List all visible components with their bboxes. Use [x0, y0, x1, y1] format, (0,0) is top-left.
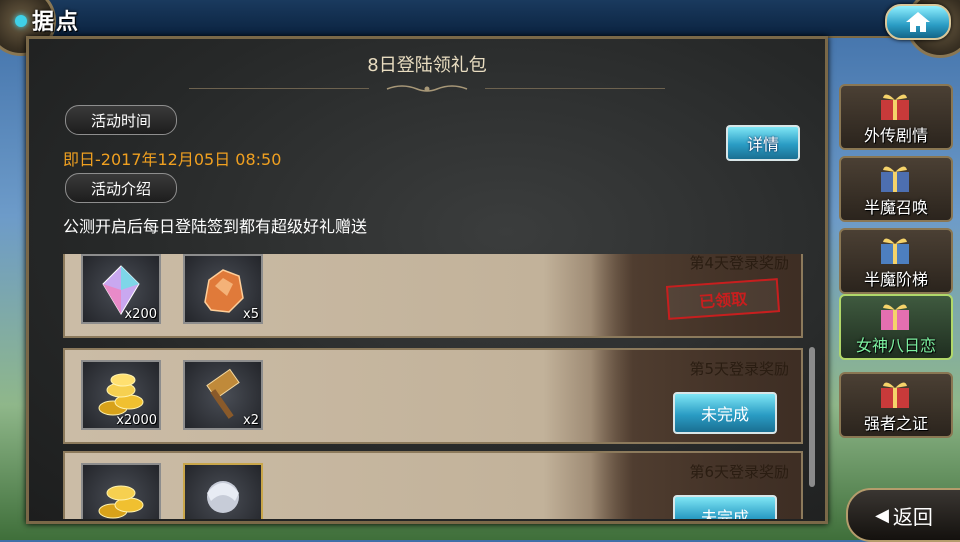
list-scrollbar[interactable]: [809, 347, 815, 487]
back-button-label: 返回: [892, 504, 933, 529]
item-quantity: x2000: [116, 413, 157, 428]
activity-intro-value: 公测开启后每日登陆签到都有超级好礼赠送: [63, 217, 368, 236]
home-icon: [906, 12, 930, 32]
day-label: 第5天登录奖励: [689, 360, 789, 378]
gift-box-icon: [881, 382, 909, 408]
item-quantity: x2: [243, 413, 259, 428]
event-panel: 8日登陆领礼包 活动时间 即日-2017年12月05日 08:50 活动介绍 公…: [26, 36, 828, 524]
reward-item[interactable]: x2: [183, 360, 263, 430]
gift-box-icon: [881, 304, 909, 330]
activity-intro-label: 活动介绍: [65, 173, 177, 203]
back-arrow-icon: ◀: [875, 504, 889, 526]
detail-button[interactable]: 详情: [726, 125, 800, 161]
gift-box-icon: [881, 94, 909, 120]
reward-item[interactable]: x200: [81, 254, 161, 324]
title-ornament-icon: [386, 85, 468, 92]
sidebar-item-label: 女神八日恋: [855, 336, 936, 355]
gold-coins-icon: [98, 485, 144, 519]
item-quantity: x200: [124, 307, 157, 322]
back-button[interactable]: ◀ 返回: [846, 488, 960, 542]
reward-row: x200 x5 第4天登录奖励 已领取: [63, 254, 803, 338]
claimed-stamp-text: 已领取: [698, 289, 748, 312]
sidebar-item-label: 半魔召唤: [863, 198, 928, 217]
sidebar-item-side-story[interactable]: 外传剧情: [839, 84, 953, 150]
reward-item[interactable]: x5: [183, 254, 263, 324]
reward-row: x2000 x2 第5天登录奖励 未完成: [63, 348, 803, 444]
page-title: 据点: [32, 10, 81, 35]
title-divider: [485, 88, 665, 89]
panel-title: 8日登陆领礼包: [367, 55, 487, 76]
activity-time-label: 活动时间: [65, 105, 177, 135]
sidebar-item-label: 半魔阶梯: [863, 270, 928, 289]
incomplete-button[interactable]: 未完成: [673, 495, 777, 519]
sidebar-item-ladder[interactable]: 半魔阶梯: [839, 228, 953, 294]
item-quantity: x5: [243, 307, 259, 322]
reward-item[interactable]: [81, 463, 161, 519]
sidebar-item-label: 外传剧情: [863, 126, 928, 145]
gift-box-icon: [881, 166, 909, 192]
sidebar-item-label: 强者之证: [863, 414, 928, 433]
home-button[interactable]: [885, 4, 951, 40]
reward-item[interactable]: x2000: [81, 360, 161, 430]
incomplete-button[interactable]: 未完成: [673, 392, 777, 434]
sidebar-item-proof[interactable]: 强者之证: [839, 372, 953, 438]
character-portrait-icon: [207, 481, 239, 513]
day-label: 第4天登录奖励: [689, 254, 789, 272]
activity-time-value: 即日-2017年12月05日 08:50: [63, 150, 282, 169]
top-bar: 据点: [0, 0, 960, 58]
reward-list[interactable]: x200 x5 第4天登录奖励 已领取 x2000 x2 第5天登录奖励 未完成…: [63, 254, 815, 519]
sidebar-item-goddess[interactable]: 女神八日恋: [839, 294, 953, 360]
day-label: 第6天登录奖励: [689, 463, 789, 481]
title-divider: [189, 88, 369, 89]
reward-item[interactable]: [183, 463, 263, 519]
sidebar-item-summon[interactable]: 半魔召唤: [839, 156, 953, 222]
reward-row: 第6天登录奖励 未完成: [63, 451, 803, 519]
gift-box-icon: [881, 238, 909, 264]
